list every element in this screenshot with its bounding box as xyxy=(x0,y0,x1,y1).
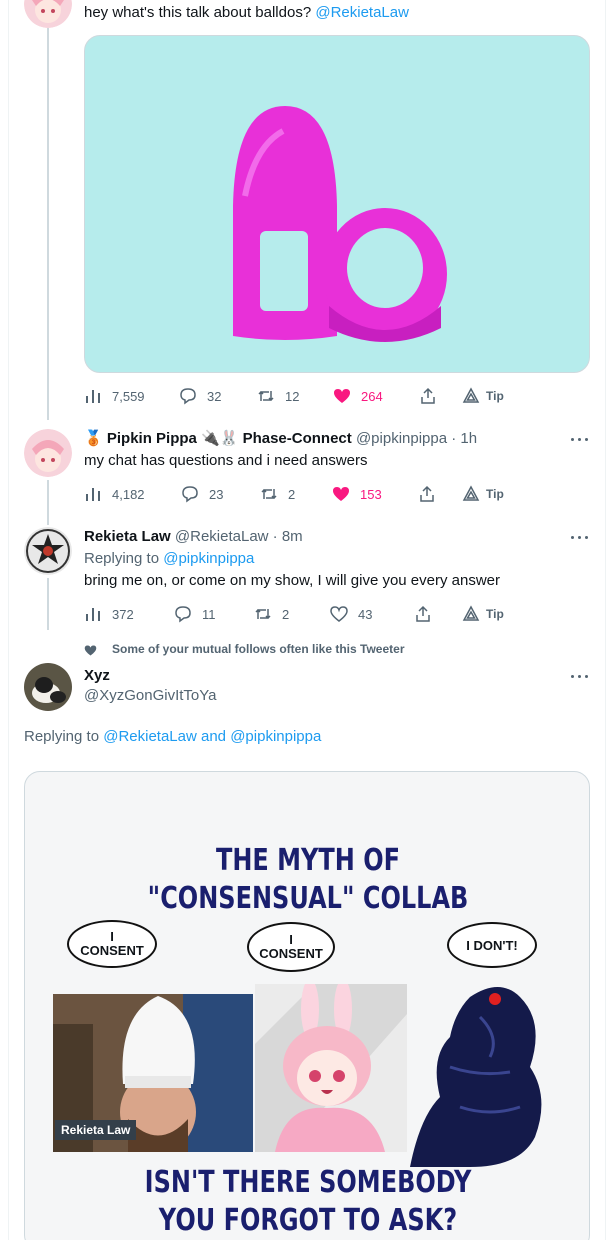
retweet-icon xyxy=(258,390,274,402)
share-icon xyxy=(421,387,435,404)
retweet-icon xyxy=(261,488,277,500)
tweet-text: my chat has questions and i need answers xyxy=(84,452,368,469)
like-button[interactable]: 153 xyxy=(332,484,382,504)
tweet-image[interactable] xyxy=(84,35,590,373)
bar-chart-icon xyxy=(86,608,100,621)
avatar-xyz[interactable] xyxy=(24,663,72,711)
views-button[interactable]: 7,559 xyxy=(84,386,145,406)
more-options-icon[interactable] xyxy=(571,534,589,542)
handle[interactable]: @pipkinpippa xyxy=(356,430,447,447)
views-button[interactable]: 372 xyxy=(84,604,134,624)
display-name[interactable]: Pipkin Pippa xyxy=(107,430,197,447)
display-name[interactable]: Rekieta Law xyxy=(84,528,171,545)
speech-bubble: I CONSENT xyxy=(247,922,335,972)
meme-title: THE MYTH OF "CONSENSUAL" COLLAB xyxy=(147,843,469,916)
share-button[interactable] xyxy=(419,386,447,406)
toy-image-icon xyxy=(233,106,447,342)
heart-filled-icon xyxy=(333,487,349,501)
share-icon xyxy=(416,605,430,622)
like-button[interactable]: 43 xyxy=(330,604,372,624)
share-button[interactable] xyxy=(418,484,446,504)
anime-bunny-girl-icon xyxy=(255,984,407,1152)
reply-button[interactable]: 23 xyxy=(181,484,223,504)
retweet-button[interactable]: 12 xyxy=(257,386,299,406)
bar-chart-icon xyxy=(86,488,100,501)
timestamp[interactable]: · 1h xyxy=(451,430,477,447)
mention-link[interactable]: @pipkinpippa xyxy=(230,728,321,745)
tweet-actions: 372 11 2 43 Tip xyxy=(84,604,524,624)
mention-link[interactable]: @RekietaLaw xyxy=(103,728,197,745)
tweet-text: bring me on, or come on my show, I will … xyxy=(84,572,501,589)
thread-line xyxy=(47,480,49,525)
reply-button[interactable]: 32 xyxy=(179,386,221,406)
meme-bottom-text: ISN'T THERE SOMEBODY YOU FORGOT TO ASK? xyxy=(144,1165,472,1238)
tweet-text: hey what's this talk about balldos? @Rek… xyxy=(84,4,409,21)
retweet-icon xyxy=(255,608,271,620)
mention-link[interactable]: @pipkinpippa xyxy=(163,550,254,567)
badge-emoji: 🥉 xyxy=(84,430,103,447)
tweet-actions: 7,559 32 12 264 Tip xyxy=(84,386,524,406)
tweet-header: Rekieta Law @RekietaLaw · 8m xyxy=(84,527,303,547)
views-button[interactable]: 4,182 xyxy=(84,484,145,504)
replying-to: Replying to @RekietaLaw and @pipkinpippa xyxy=(24,728,322,745)
photo-caption: Rekieta Law xyxy=(55,1120,137,1140)
more-options-icon[interactable] xyxy=(571,673,589,681)
heart-outline-icon xyxy=(330,606,348,622)
avatar-rekieta[interactable] xyxy=(24,527,72,575)
like-button[interactable]: 264 xyxy=(333,386,383,406)
tweet-header: 🥉 Pipkin Pippa 🔌🐰 Phase-Connect @pipkinp… xyxy=(84,429,477,449)
tip-triangle-icon xyxy=(462,387,480,403)
tweet-actions: 4,182 23 2 153 Tip xyxy=(84,484,524,504)
handle[interactable]: @XyzGonGivItToYa xyxy=(84,686,217,706)
mention-link[interactable]: @RekietaLaw xyxy=(315,4,409,21)
timestamp[interactable]: · 8m xyxy=(273,528,303,545)
meme-creature xyxy=(410,977,550,1167)
meme-photo: Rekieta Law xyxy=(53,994,253,1152)
tip-triangle-icon xyxy=(462,485,480,501)
reply-button[interactable]: 11 xyxy=(174,604,216,624)
share-icon xyxy=(420,485,434,502)
meme-image[interactable]: THE MYTH OF "CONSENSUAL" COLLAB I CONSEN… xyxy=(24,771,590,1240)
affiliation-name[interactable]: Phase-Connect xyxy=(243,430,352,447)
tip-button[interactable]: Tip xyxy=(462,484,504,504)
retweet-button[interactable]: 2 xyxy=(260,484,295,504)
replying-to: Replying to @pipkinpippa xyxy=(84,550,255,567)
heart-filled-icon xyxy=(334,389,350,403)
tip-triangle-icon xyxy=(462,605,480,621)
reply-bubble-icon xyxy=(175,606,191,623)
speech-bubble: I CONSENT xyxy=(67,920,157,968)
tip-button[interactable]: Tip xyxy=(462,386,504,406)
thread-line xyxy=(47,28,49,420)
display-name[interactable]: Xyz xyxy=(84,666,110,686)
meme-anime-girl xyxy=(255,984,407,1152)
tip-button[interactable]: Tip xyxy=(462,604,504,624)
reply-bubble-icon xyxy=(182,486,198,503)
name-emoji: 🔌🐰 xyxy=(201,430,239,447)
reply-bubble-icon xyxy=(180,388,196,405)
speech-bubble: I DON'T! xyxy=(447,922,537,968)
retweet-button[interactable]: 2 xyxy=(254,604,289,624)
avatar-pippa[interactable] xyxy=(24,429,72,477)
heart-small-icon xyxy=(84,645,97,656)
share-button[interactable] xyxy=(414,604,442,624)
handle[interactable]: @RekietaLaw xyxy=(175,528,269,545)
bar-chart-icon xyxy=(86,390,100,403)
thread-line xyxy=(47,578,49,630)
muscular-fish-creature-icon xyxy=(410,987,542,1167)
more-options-icon[interactable] xyxy=(571,436,589,444)
